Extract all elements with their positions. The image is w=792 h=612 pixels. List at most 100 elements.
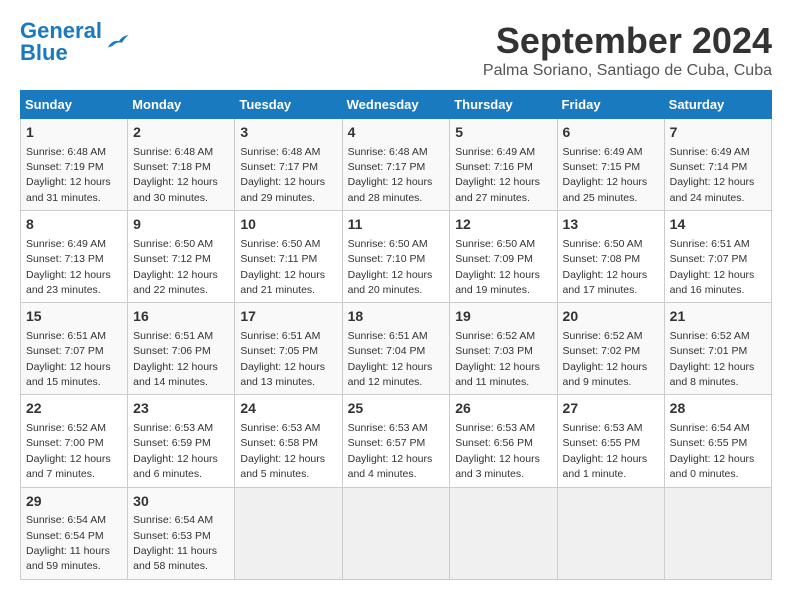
calendar-cell: 20 Sunrise: 6:52 AM Sunset: 7:02 PM Dayl…: [557, 303, 664, 395]
sunset-info: Sunset: 7:02 PM: [563, 345, 641, 357]
day-number: 26: [455, 399, 551, 419]
day-number: 25: [348, 399, 445, 419]
sunrise-info: Sunrise: 6:53 AM: [240, 422, 320, 434]
calendar-cell: 24 Sunrise: 6:53 AM Sunset: 6:58 PM Dayl…: [235, 395, 342, 487]
daylight-info: Daylight: 12 hours and 15 minutes.: [26, 361, 111, 388]
sunrise-info: Sunrise: 6:53 AM: [348, 422, 428, 434]
calendar-cell: 16 Sunrise: 6:51 AM Sunset: 7:06 PM Dayl…: [128, 303, 235, 395]
calendar-cell: 23 Sunrise: 6:53 AM Sunset: 6:59 PM Dayl…: [128, 395, 235, 487]
sunset-info: Sunset: 6:59 PM: [133, 437, 211, 449]
day-number: 9: [133, 215, 229, 235]
sunrise-info: Sunrise: 6:51 AM: [133, 330, 213, 342]
calendar-cell: 22 Sunrise: 6:52 AM Sunset: 7:00 PM Dayl…: [21, 395, 128, 487]
daylight-info: Daylight: 12 hours and 16 minutes.: [670, 269, 755, 296]
daylight-info: Daylight: 12 hours and 3 minutes.: [455, 453, 540, 480]
daylight-info: Daylight: 12 hours and 27 minutes.: [455, 176, 540, 203]
day-number: 5: [455, 123, 551, 143]
calendar: Sunday Monday Tuesday Wednesday Thursday…: [20, 90, 772, 580]
sunset-info: Sunset: 6:57 PM: [348, 437, 426, 449]
calendar-cell: [664, 487, 771, 579]
logo: General Blue: [20, 20, 130, 64]
header-friday: Friday: [557, 91, 664, 119]
day-number: 14: [670, 215, 766, 235]
daylight-info: Daylight: 12 hours and 25 minutes.: [563, 176, 648, 203]
daylight-info: Daylight: 12 hours and 0 minutes.: [670, 453, 755, 480]
daylight-info: Daylight: 12 hours and 22 minutes.: [133, 269, 218, 296]
sunrise-info: Sunrise: 6:54 AM: [670, 422, 750, 434]
calendar-week-row: 1 Sunrise: 6:48 AM Sunset: 7:19 PM Dayli…: [21, 119, 772, 211]
calendar-week-row: 15 Sunrise: 6:51 AM Sunset: 7:07 PM Dayl…: [21, 303, 772, 395]
calendar-cell: [235, 487, 342, 579]
title-section: September 2024 Palma Soriano, Santiago d…: [483, 20, 772, 80]
daylight-info: Daylight: 12 hours and 28 minutes.: [348, 176, 433, 203]
day-number: 29: [26, 492, 122, 512]
sunrise-info: Sunrise: 6:52 AM: [26, 422, 106, 434]
day-number: 27: [563, 399, 659, 419]
day-number: 20: [563, 307, 659, 327]
sunset-info: Sunset: 7:13 PM: [26, 253, 104, 265]
sunset-info: Sunset: 6:54 PM: [26, 530, 104, 542]
sunrise-info: Sunrise: 6:50 AM: [455, 238, 535, 250]
sunrise-info: Sunrise: 6:49 AM: [26, 238, 106, 250]
day-number: 23: [133, 399, 229, 419]
daylight-info: Daylight: 12 hours and 9 minutes.: [563, 361, 648, 388]
sunset-info: Sunset: 7:17 PM: [240, 161, 318, 173]
calendar-cell: 1 Sunrise: 6:48 AM Sunset: 7:19 PM Dayli…: [21, 119, 128, 211]
day-number: 1: [26, 123, 122, 143]
day-number: 6: [563, 123, 659, 143]
sunset-info: Sunset: 7:19 PM: [26, 161, 104, 173]
day-number: 7: [670, 123, 766, 143]
day-number: 10: [240, 215, 336, 235]
sunrise-info: Sunrise: 6:53 AM: [455, 422, 535, 434]
sunrise-info: Sunrise: 6:48 AM: [348, 146, 428, 158]
daylight-info: Daylight: 12 hours and 4 minutes.: [348, 453, 433, 480]
header-saturday: Saturday: [664, 91, 771, 119]
day-number: 17: [240, 307, 336, 327]
sunrise-info: Sunrise: 6:50 AM: [348, 238, 428, 250]
calendar-cell: 17 Sunrise: 6:51 AM Sunset: 7:05 PM Dayl…: [235, 303, 342, 395]
sunrise-info: Sunrise: 6:51 AM: [26, 330, 106, 342]
calendar-cell: 7 Sunrise: 6:49 AM Sunset: 7:14 PM Dayli…: [664, 119, 771, 211]
sunrise-info: Sunrise: 6:53 AM: [133, 422, 213, 434]
calendar-cell: 14 Sunrise: 6:51 AM Sunset: 7:07 PM Dayl…: [664, 211, 771, 303]
day-number: 12: [455, 215, 551, 235]
calendar-cell: [450, 487, 557, 579]
sunset-info: Sunset: 7:17 PM: [348, 161, 426, 173]
daylight-info: Daylight: 12 hours and 12 minutes.: [348, 361, 433, 388]
sunset-info: Sunset: 7:08 PM: [563, 253, 641, 265]
sunrise-info: Sunrise: 6:51 AM: [240, 330, 320, 342]
sunset-info: Sunset: 7:07 PM: [26, 345, 104, 357]
calendar-cell: 26 Sunrise: 6:53 AM Sunset: 6:56 PM Dayl…: [450, 395, 557, 487]
calendar-cell: 27 Sunrise: 6:53 AM Sunset: 6:55 PM Dayl…: [557, 395, 664, 487]
daylight-info: Daylight: 12 hours and 31 minutes.: [26, 176, 111, 203]
calendar-cell: 2 Sunrise: 6:48 AM Sunset: 7:18 PM Dayli…: [128, 119, 235, 211]
daylight-info: Daylight: 12 hours and 23 minutes.: [26, 269, 111, 296]
sunrise-info: Sunrise: 6:52 AM: [563, 330, 643, 342]
sunset-info: Sunset: 7:10 PM: [348, 253, 426, 265]
sunrise-info: Sunrise: 6:51 AM: [670, 238, 750, 250]
calendar-cell: 28 Sunrise: 6:54 AM Sunset: 6:55 PM Dayl…: [664, 395, 771, 487]
daylight-info: Daylight: 12 hours and 30 minutes.: [133, 176, 218, 203]
sunrise-info: Sunrise: 6:53 AM: [563, 422, 643, 434]
calendar-cell: 30 Sunrise: 6:54 AM Sunset: 6:53 PM Dayl…: [128, 487, 235, 579]
header-tuesday: Tuesday: [235, 91, 342, 119]
sunset-info: Sunset: 7:18 PM: [133, 161, 211, 173]
day-number: 28: [670, 399, 766, 419]
header-thursday: Thursday: [450, 91, 557, 119]
day-number: 24: [240, 399, 336, 419]
calendar-cell: 29 Sunrise: 6:54 AM Sunset: 6:54 PM Dayl…: [21, 487, 128, 579]
calendar-cell: 12 Sunrise: 6:50 AM Sunset: 7:09 PM Dayl…: [450, 211, 557, 303]
sunset-info: Sunset: 7:15 PM: [563, 161, 641, 173]
logo-text: General Blue: [20, 20, 102, 64]
header-sunday: Sunday: [21, 91, 128, 119]
day-number: 22: [26, 399, 122, 419]
day-number: 4: [348, 123, 445, 143]
sunset-info: Sunset: 7:11 PM: [240, 253, 317, 265]
day-number: 13: [563, 215, 659, 235]
day-number: 19: [455, 307, 551, 327]
calendar-cell: 15 Sunrise: 6:51 AM Sunset: 7:07 PM Dayl…: [21, 303, 128, 395]
sunset-info: Sunset: 7:05 PM: [240, 345, 318, 357]
day-number: 16: [133, 307, 229, 327]
sunset-info: Sunset: 7:00 PM: [26, 437, 104, 449]
calendar-cell: [557, 487, 664, 579]
